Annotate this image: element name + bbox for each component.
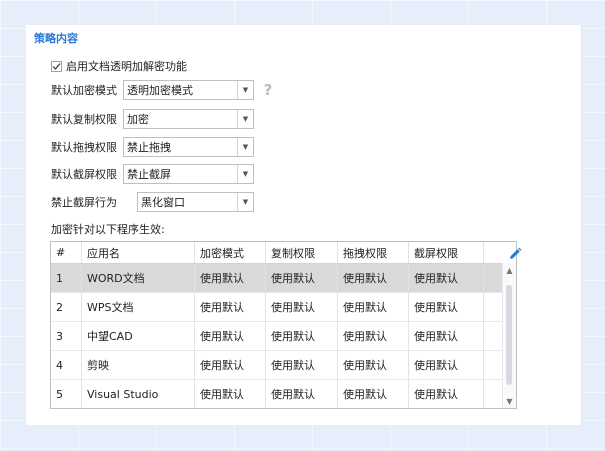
cell-drag-permission: 使用默认 (338, 322, 409, 350)
encrypt-mode-value: 透明加密模式 (127, 84, 193, 97)
drag-permission-value: 禁止拖拽 (127, 141, 171, 154)
drag-permission-select[interactable]: 禁止拖拽 ▼ (123, 137, 254, 157)
cell-copy-permission: 使用默认 (266, 322, 338, 350)
chevron-down-icon[interactable]: ▼ (237, 110, 253, 128)
cell-encrypt-mode: 使用默认 (195, 380, 266, 408)
field-row-encrypt-mode: 默认加密模式 透明加密模式 ▼ ? (51, 80, 275, 100)
column-header-copy-permission[interactable]: 复制权限 (266, 242, 338, 263)
pencil-icon[interactable] (508, 247, 522, 261)
enable-encryption-checkbox[interactable] (51, 60, 62, 72)
cell-app-name: 剪映 (82, 351, 195, 379)
field-row-copy-permission: 默认复制权限 加密 ▼ (51, 109, 254, 129)
copy-permission-select[interactable]: 加密 ▼ (123, 109, 254, 129)
section-title: 策略内容 (34, 32, 78, 45)
cell-index: 3 (51, 322, 82, 350)
screenshot-behavior-select[interactable]: 黑化窗口 ▼ (137, 192, 254, 212)
table-row[interactable]: 5 Visual Studio 使用默认 使用默认 使用默认 使用默认 (51, 380, 516, 408)
field-label-screenshot-behavior: 禁止截屏行为 (51, 196, 117, 209)
cell-drag-permission: 使用默认 (338, 380, 409, 408)
field-label-drag-permission: 默认拖拽权限 (51, 141, 117, 154)
cell-index: 4 (51, 351, 82, 379)
column-header-index[interactable]: # (51, 242, 82, 263)
policy-panel: 策略内容 启用文档透明加解密功能 默认加密模式 透明加密模式 ▼ ? 默认复制权… (26, 25, 582, 425)
program-table: # 应用名 加密模式 复制权限 拖拽权限 截屏权限 1 WORD文档 使用默认 … (50, 221, 517, 409)
cell-app-name: Visual Studio (82, 380, 195, 408)
chevron-down-icon[interactable]: ▼ (237, 138, 253, 156)
cell-screenshot-permission: 使用默认 (409, 264, 484, 292)
field-row-screenshot-permission: 默认截屏权限 禁止截屏 ▼ (51, 164, 254, 184)
cell-app-name: WPS文档 (82, 293, 195, 321)
column-header-app-name[interactable]: 应用名 (82, 242, 195, 263)
field-label-copy-permission: 默认复制权限 (51, 113, 117, 126)
cell-app-name: WORD文档 (82, 264, 195, 292)
table-row[interactable]: 3 中望CAD 使用默认 使用默认 使用默认 使用默认 (51, 322, 516, 351)
field-label-encrypt-mode: 默认加密模式 (51, 84, 117, 97)
cell-screenshot-permission: 使用默认 (409, 322, 484, 350)
field-label-screenshot-permission: 默认截屏权限 (51, 168, 117, 181)
cell-index: 1 (51, 264, 82, 292)
cell-encrypt-mode: 使用默认 (195, 322, 266, 350)
cell-encrypt-mode: 使用默认 (195, 351, 266, 379)
field-row-drag-permission: 默认拖拽权限 禁止拖拽 ▼ (51, 137, 254, 157)
column-header-drag-permission[interactable]: 拖拽权限 (338, 242, 409, 263)
scroll-down-icon[interactable]: ▼ (503, 394, 516, 408)
cell-screenshot-permission: 使用默认 (409, 293, 484, 321)
chevron-down-icon[interactable]: ▼ (237, 165, 253, 183)
cell-encrypt-mode: 使用默认 (195, 264, 266, 292)
cell-drag-permission: 使用默认 (338, 293, 409, 321)
cell-screenshot-permission: 使用默认 (409, 380, 484, 408)
question-icon[interactable]: ? (261, 81, 275, 99)
cell-index: 5 (51, 380, 82, 408)
program-table-grid: # 应用名 加密模式 复制权限 拖拽权限 截屏权限 1 WORD文档 使用默认 … (50, 241, 517, 409)
cell-drag-permission: 使用默认 (338, 264, 409, 292)
cell-app-name: 中望CAD (82, 322, 195, 350)
table-row[interactable]: 4 剪映 使用默认 使用默认 使用默认 使用默认 (51, 351, 516, 380)
cell-drag-permission: 使用默认 (338, 351, 409, 379)
cell-copy-permission: 使用默认 (266, 264, 338, 292)
enable-encryption-label: 启用文档透明加解密功能 (66, 60, 187, 73)
table-header: # 应用名 加密模式 复制权限 拖拽权限 截屏权限 (51, 242, 516, 264)
screenshot-permission-select[interactable]: 禁止截屏 ▼ (123, 164, 254, 184)
cell-copy-permission: 使用默认 (266, 380, 338, 408)
column-header-screenshot-permission[interactable]: 截屏权限 (409, 242, 484, 263)
cell-screenshot-permission: 使用默认 (409, 351, 484, 379)
enable-encryption-checkbox-row[interactable]: 启用文档透明加解密功能 (51, 58, 187, 74)
encrypt-mode-select[interactable]: 透明加密模式 ▼ (123, 80, 254, 100)
table-row[interactable]: 2 WPS文档 使用默认 使用默认 使用默认 使用默认 (51, 293, 516, 322)
chevron-down-icon[interactable]: ▼ (237, 193, 253, 211)
screenshot-permission-value: 禁止截屏 (127, 168, 171, 181)
scroll-thumb[interactable] (506, 285, 512, 385)
cell-copy-permission: 使用默认 (266, 293, 338, 321)
cell-index: 2 (51, 293, 82, 321)
table-row[interactable]: 1 WORD文档 使用默认 使用默认 使用默认 使用默认 (51, 264, 516, 293)
table-scrollbar[interactable]: ▲ ▼ (502, 263, 516, 408)
field-row-screenshot-behavior: 禁止截屏行为 黑化窗口 ▼ (51, 192, 254, 212)
copy-permission-value: 加密 (127, 113, 149, 126)
column-header-encrypt-mode[interactable]: 加密模式 (195, 242, 266, 263)
scroll-up-icon[interactable]: ▲ (503, 263, 516, 277)
cell-encrypt-mode: 使用默认 (195, 293, 266, 321)
screenshot-behavior-value: 黑化窗口 (141, 196, 185, 209)
chevron-down-icon[interactable]: ▼ (237, 81, 253, 99)
column-header-spacer (484, 242, 497, 263)
cell-copy-permission: 使用默认 (266, 351, 338, 379)
checkmark-icon (52, 62, 61, 70)
